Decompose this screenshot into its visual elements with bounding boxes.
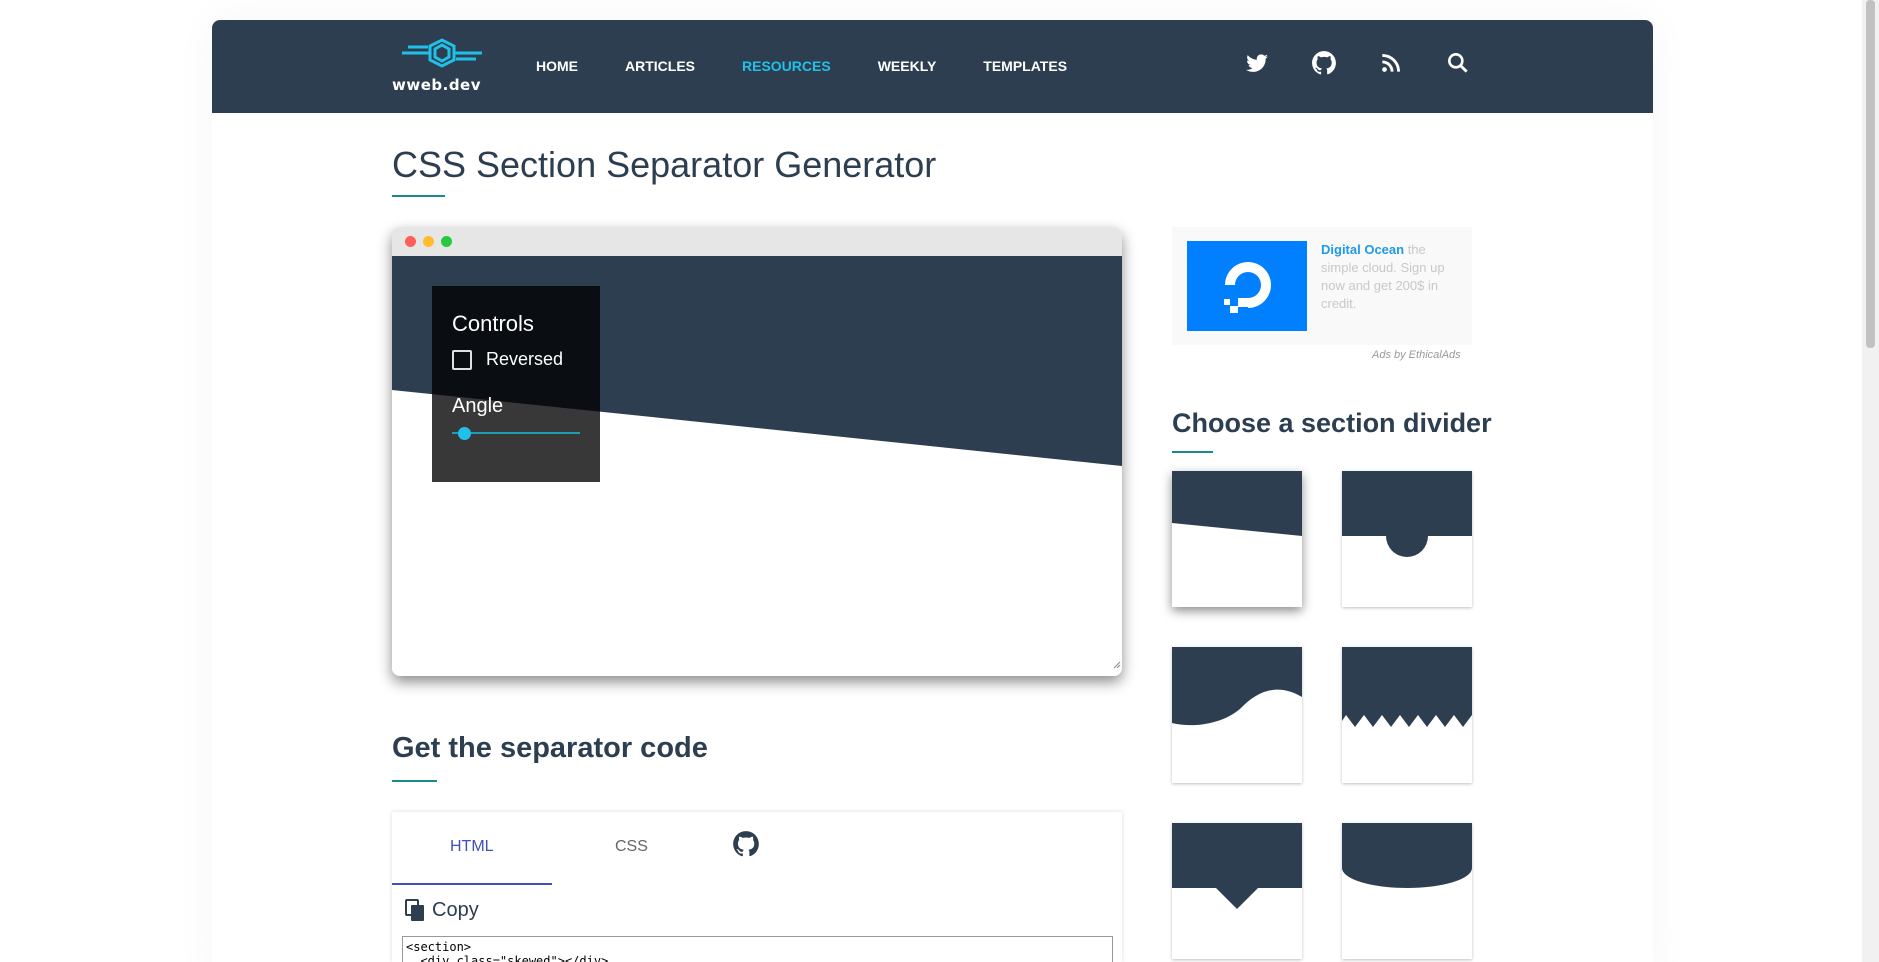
- controls-panel: Controls Reversed Angle: [432, 286, 600, 482]
- copy-button[interactable]: Copy: [404, 898, 479, 922]
- nav-templates[interactable]: TEMPLATES: [983, 58, 1067, 74]
- search-icon[interactable]: [1445, 50, 1471, 76]
- ad-box[interactable]: Digital Ocean the simple cloud. Sign up …: [1172, 227, 1472, 345]
- page-scrollbar[interactable]: [1862, 0, 1879, 962]
- title-underline: [392, 195, 445, 197]
- github-icon[interactable]: [1311, 50, 1337, 76]
- maximize-dot: [441, 236, 452, 247]
- github-tab-icon[interactable]: [732, 830, 760, 858]
- angle-slider-track[interactable]: [452, 432, 580, 434]
- divider-card-skewed[interactable]: [1172, 471, 1302, 607]
- ad-brand[interactable]: Digital Ocean: [1321, 242, 1404, 257]
- copy-label[interactable]: Copy: [432, 899, 479, 922]
- nav-resources[interactable]: RESOURCES: [742, 58, 831, 74]
- controls-title: Controls: [452, 311, 534, 336]
- main-nav: HOME ARTICLES RESOURCES WEEKLY TEMPLATES: [536, 58, 1114, 74]
- divider-title-underline: [1172, 451, 1213, 453]
- code-title-underline: [392, 780, 437, 782]
- spikes-divider-thumbnail[interactable]: [1342, 647, 1472, 783]
- tab-css[interactable]: CSS: [615, 838, 648, 856]
- reversed-label[interactable]: Reversed: [486, 349, 563, 370]
- ad-image[interactable]: [1187, 241, 1307, 331]
- reversed-row[interactable]: Reversed: [452, 349, 600, 370]
- triangle-divider-thumbnail[interactable]: [1172, 823, 1302, 959]
- code-textarea[interactable]: <section> <div class="skewed"></div>: [402, 936, 1113, 962]
- minimize-dot: [423, 236, 434, 247]
- scrollbar-thumb[interactable]: [1866, 0, 1875, 348]
- nav-home[interactable]: HOME: [536, 58, 578, 74]
- angle-label: Angle: [452, 395, 504, 417]
- rss-icon[interactable]: [1378, 50, 1404, 76]
- ad-attribution[interactable]: Ads by EthicalAds: [1372, 349, 1461, 361]
- ad-text[interactable]: Digital Ocean the simple cloud. Sign up …: [1321, 241, 1461, 313]
- page-title: CSS Section Separator Generator: [392, 144, 937, 185]
- code-section-title: Get the separator code: [392, 732, 708, 764]
- reversed-checkbox[interactable]: [452, 349, 472, 370]
- site-header: wweb.dev HOME ARTICLES RESOURCES WEEKLY …: [212, 20, 1653, 113]
- divider-card-triangle[interactable]: [1172, 823, 1302, 959]
- digitalocean-logo-icon[interactable]: [1217, 256, 1279, 318]
- divider-card-spikes[interactable]: [1342, 647, 1472, 783]
- tab-html[interactable]: HTML: [450, 838, 494, 856]
- divider-card-curved[interactable]: [1342, 471, 1472, 607]
- preview-titlebar: [392, 227, 1122, 256]
- angle-slider-thumb[interactable]: [458, 427, 471, 440]
- active-tab-indicator: [392, 883, 552, 885]
- curved-divider-thumbnail[interactable]: [1342, 471, 1472, 607]
- copy-icon[interactable]: [404, 898, 426, 922]
- nav-articles[interactable]: ARTICLES: [625, 58, 695, 74]
- wave-divider-thumbnail[interactable]: [1172, 647, 1302, 783]
- preview-window: Controls Reversed Angle: [392, 227, 1122, 676]
- skewed-divider-thumbnail[interactable]: [1172, 471, 1302, 607]
- divider-card-wave[interactable]: [1172, 647, 1302, 783]
- logo-text[interactable]: wweb.dev: [392, 76, 481, 94]
- oval-divider-thumbnail[interactable]: [1342, 823, 1472, 959]
- divider-section-title: Choose a section divider: [1172, 408, 1492, 438]
- nav-weekly[interactable]: WEEKLY: [878, 58, 937, 74]
- angle-slider[interactable]: [452, 424, 580, 442]
- divider-card-oval[interactable]: [1342, 823, 1472, 959]
- code-tabs: HTML CSS Copy <section> <div class="skew…: [392, 812, 1122, 962]
- twitter-icon[interactable]: [1244, 50, 1270, 76]
- close-dot: [405, 236, 416, 247]
